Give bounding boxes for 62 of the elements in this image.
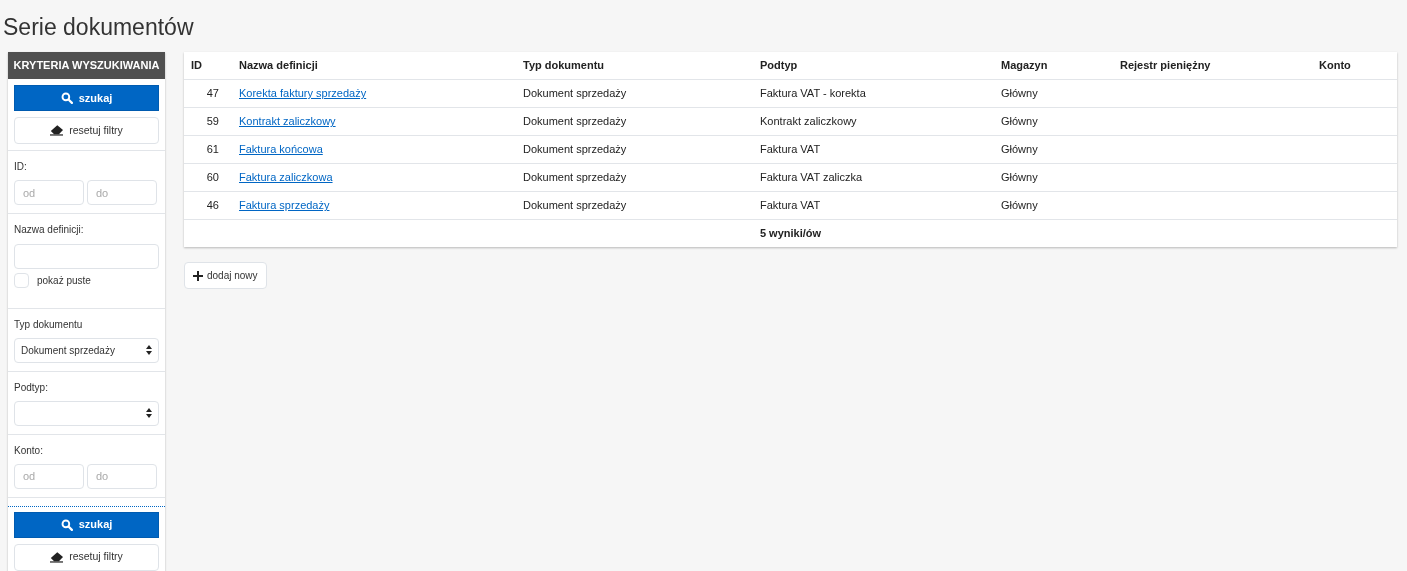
table-cell: Faktura VAT - korekta — [760, 87, 866, 100]
table-cell: Kontrakt zaliczkowy — [760, 115, 857, 128]
filter-label: Typ dokumentu — [14, 317, 84, 332]
table-cell: Faktura VAT zaliczka — [760, 171, 863, 184]
table-cell: Faktura VAT — [760, 143, 821, 156]
definition-link[interactable]: Faktura zaliczkowa — [239, 171, 333, 184]
checkbox[interactable] — [14, 272, 29, 288]
filter-label: Podtyp: — [14, 380, 49, 395]
column-header: Podtyp — [760, 58, 799, 74]
table-cell: Dokument sprzedaży — [523, 115, 627, 128]
table-cell-text: 46 — [205, 198, 219, 214]
table-cell: Dokument sprzedaży — [523, 87, 627, 100]
plus-icon — [193, 270, 203, 281]
search-button[interactable]: szukaj — [14, 85, 159, 111]
reset-filters-button[interactable]: resetuj filtry — [14, 543, 159, 571]
definition-link[interactable]: Kontrakt zaliczkowy — [239, 115, 336, 128]
filter-label: Nazwa definicji: — [14, 223, 85, 237]
select-field[interactable]: Dokument sprzedaży — [14, 337, 159, 363]
filter-label: ID: — [14, 160, 28, 174]
definition-link[interactable]: Faktura końcowa — [239, 143, 323, 156]
table-cell: Faktura VAT — [760, 199, 821, 212]
reset-filters-button[interactable]: resetuj filtry — [14, 117, 159, 144]
search-icon — [60, 92, 73, 104]
select-field[interactable] — [14, 400, 159, 426]
eraser-icon — [50, 125, 64, 136]
filter-label: Konto: — [14, 443, 44, 458]
column-header: Nazwa definicji — [239, 58, 319, 74]
table-cell-text: 60 — [205, 170, 219, 186]
column-header: ID — [190, 58, 203, 74]
range-to-field[interactable]: do — [87, 463, 157, 489]
checkbox-label: pokaż puste — [37, 273, 91, 288]
column-header: Konto — [1319, 58, 1352, 74]
sort-arrows-icon — [146, 408, 152, 418]
table-cell: Główny — [1001, 171, 1038, 184]
range-from-field[interactable]: od — [14, 180, 84, 205]
table-cell-text: 61 — [205, 142, 219, 158]
table-cell-text: 59 — [205, 114, 219, 130]
range-to-field[interactable]: do — [87, 180, 157, 205]
table-cell: Dokument sprzedaży — [523, 143, 627, 156]
table-cell: Dokument sprzedaży — [523, 171, 627, 184]
definition-link[interactable]: Korekta faktury sprzedaży — [239, 87, 367, 100]
range-from-field[interactable]: od — [14, 463, 84, 489]
definition-link[interactable]: Faktura sprzedaży — [239, 199, 330, 212]
table-cell: Główny — [1001, 199, 1038, 212]
text-field[interactable] — [14, 243, 159, 269]
table-cell: Główny — [1001, 115, 1038, 128]
sort-arrows-icon — [146, 345, 152, 355]
search-icon — [60, 518, 73, 531]
table-cell-text: 47 — [205, 86, 219, 102]
table-cell: Główny — [1001, 87, 1038, 100]
results-count: 5 wyniki/ów — [759, 226, 822, 242]
column-header: Magazyn — [1001, 58, 1049, 74]
select-value: Dokument sprzedaży — [21, 343, 115, 358]
add-new-button[interactable]: dodaj nowy — [184, 262, 267, 289]
eraser-icon — [50, 551, 64, 563]
panel-header: KRYTERIA WYSZUKIWANIA — [8, 52, 165, 79]
column-header: Typ dokumentu — [523, 58, 606, 74]
table-cell: Dokument sprzedaży — [523, 199, 627, 212]
page-title: Serie dokumentów — [2, 13, 195, 42]
column-header: Rejestr pieniężny — [1120, 58, 1212, 74]
table-cell: Główny — [1001, 143, 1038, 156]
search-button[interactable]: szukaj — [14, 511, 159, 538]
